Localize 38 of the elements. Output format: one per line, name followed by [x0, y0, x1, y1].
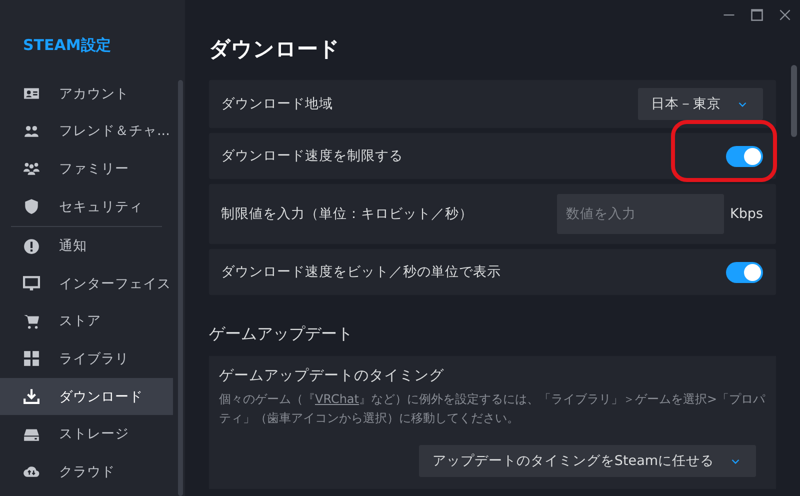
section-title: ゲームアップデート	[209, 323, 353, 345]
sidebar-item[interactable]: ライブラリ	[0, 340, 173, 378]
group-icon	[23, 160, 40, 178]
setting-label: ダウンロード地域	[221, 95, 334, 113]
game-link[interactable]: VRChat	[315, 392, 359, 406]
update-timing-dropdown[interactable]: アップデートのタイミングをSteamに任せる	[419, 445, 756, 477]
scrollbar[interactable]	[178, 80, 183, 496]
setting-label: ダウンロード速度を制限する	[221, 147, 404, 165]
shield-icon	[23, 198, 40, 216]
sidebar-item[interactable]: 通知	[0, 227, 173, 265]
sidebar-item[interactable]: インターフェイス	[0, 264, 173, 303]
description-text: 個々のゲーム（『VRChat』など）に例外を設定するには、「ライブラリ」＞ゲームを選択>「プロパティ」（歯車アイコンから選択）に移動してください。	[219, 391, 766, 427]
maximize-icon[interactable]	[750, 8, 764, 22]
page-title: ダウンロード	[209, 36, 340, 63]
number-field[interactable]: 数値を入力	[556, 194, 724, 234]
card-title: ゲームアップデートのタイミング	[219, 366, 444, 385]
region-dropdown[interactable]: 日本－東京	[638, 88, 763, 120]
unit-label: Kbps	[730, 206, 763, 222]
sidebar-item[interactable]: クラウド	[0, 452, 173, 491]
settings-title: STEAM設定	[23, 35, 111, 55]
close-icon[interactable]	[778, 8, 792, 22]
toggle-switch[interactable]	[726, 146, 763, 166]
sidebar-item[interactable]: ファミリー	[0, 150, 173, 188]
setting-label: 制限値を入力（単位：キロビット／秒）	[221, 205, 474, 223]
scrollbar[interactable]	[791, 65, 797, 137]
grid-icon	[23, 350, 40, 368]
cart-icon	[23, 312, 40, 330]
alert-icon	[23, 238, 40, 255]
sidebar-item[interactable]: ストア	[0, 302, 173, 340]
sidebar-item[interactable]: ストレージ	[0, 415, 173, 453]
sidebar-item[interactable]: アカウント	[0, 75, 173, 113]
download-icon	[23, 388, 40, 406]
setting-label: ダウンロード速度をビット／秒の単位で表示	[221, 263, 502, 281]
sidebar-item[interactable]: フレンド＆チャ...	[0, 112, 173, 150]
monitor-icon	[23, 275, 40, 292]
sidebar-item[interactable]: ダウンロード	[0, 378, 173, 416]
toggle-switch[interactable]	[726, 262, 763, 282]
sidebar-item[interactable]: セキュリティ	[0, 188, 173, 226]
